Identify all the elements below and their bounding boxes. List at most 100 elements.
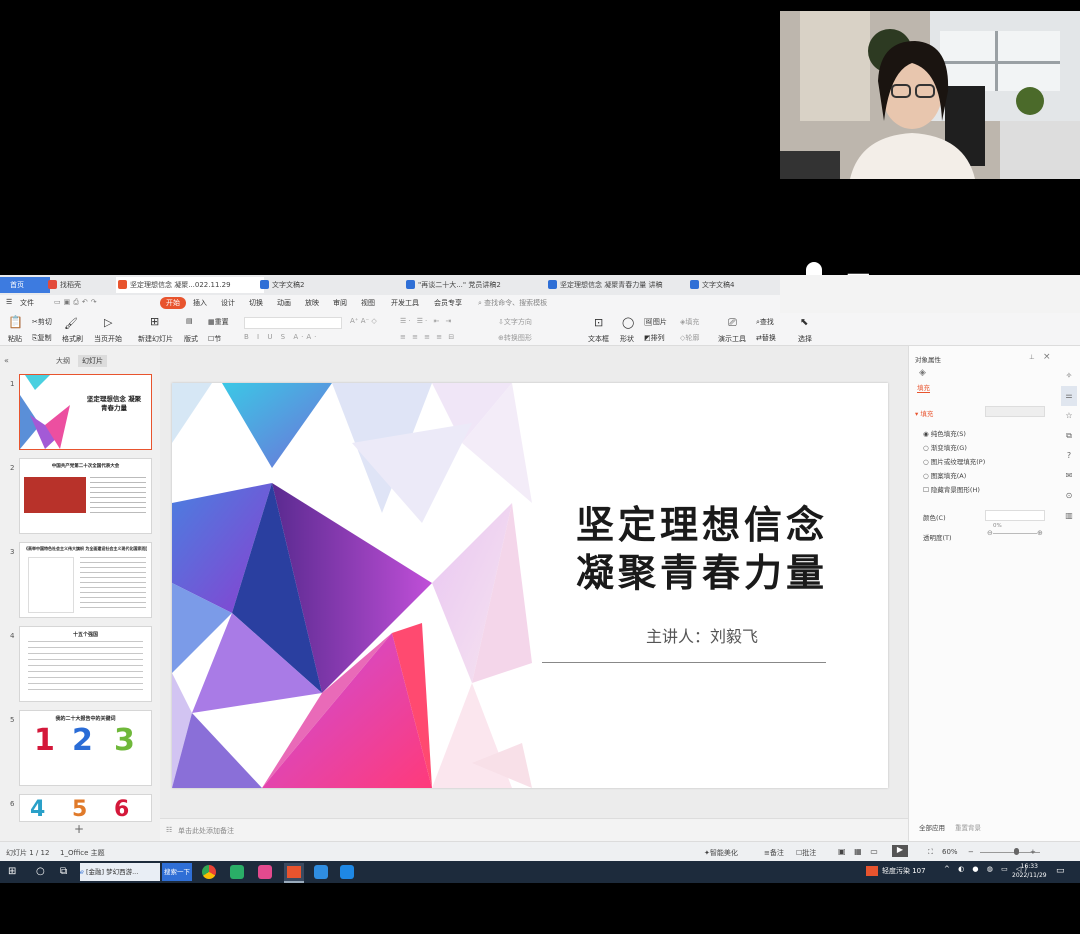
k-app-icon[interactable] [314, 865, 328, 879]
fill-type-select[interactable] [985, 406, 1045, 417]
shape-icon[interactable]: ◯ [622, 316, 634, 329]
smart-beautify-button[interactable]: ✦智能美化 [704, 848, 738, 858]
search-circle-icon[interactable]: ○ [36, 866, 45, 877]
slideshow-play-button[interactable]: ▶ [892, 845, 908, 857]
text-box-button[interactable]: 文本框 [588, 334, 609, 344]
command-search[interactable]: ⌕ 查找命令、搜索模板 [478, 298, 547, 308]
quick-access-toolbar[interactable]: ▭▣⎙↶↷ [54, 298, 100, 307]
help-icon[interactable]: ? [1061, 446, 1077, 466]
presentation-tool-button[interactable]: 演示工具 [718, 334, 746, 344]
notes-button[interactable]: ≡备注 [764, 848, 784, 858]
menu-developer[interactable]: 开发工具 [391, 298, 419, 308]
slide-thumbnail-5[interactable]: 我的二十大报告中的关键词 1 2 3 [19, 710, 152, 786]
transition-icon[interactable]: ⧉ [1061, 426, 1077, 446]
tab-doc2[interactable]: 文字文稿2 [258, 277, 392, 293]
close-icon[interactable]: × [1043, 352, 1051, 362]
tab-docer[interactable]: 找稻壳 [46, 277, 124, 293]
minus-icon[interactable]: ⊖ [987, 529, 993, 537]
zoom-level[interactable]: 60% [942, 848, 958, 856]
radio-solid-fill[interactable]: ◉ 纯色填充(S) [923, 428, 966, 438]
collapse-panel-icon[interactable]: « [4, 356, 9, 365]
from-current-button[interactable]: 当页开始 [94, 334, 122, 344]
color-picker[interactable] [985, 510, 1045, 521]
hamburger-icon[interactable]: ☰ [6, 298, 12, 306]
tab-outline[interactable]: 大纲 [56, 356, 70, 366]
comments-button[interactable]: ☐批注 [796, 848, 816, 858]
menu-slideshow[interactable]: 放映 [305, 298, 319, 308]
format-painter-icon[interactable]: 🖌 [64, 317, 78, 330]
layout-button[interactable]: 版式 [184, 334, 198, 344]
tab-slides[interactable]: 幻灯片 [78, 355, 107, 367]
comment-icon[interactable]: ✉ [1061, 466, 1077, 486]
search-button[interactable]: 搜索一下 [162, 863, 192, 881]
menu-animation[interactable]: 动画 [277, 298, 291, 308]
format-painter-button[interactable]: 格式刷 [62, 334, 83, 344]
slide-thumbnail-6[interactable]: 4 5 6 [19, 794, 152, 822]
outline-button[interactable]: ◇轮廓 [680, 333, 699, 343]
slide-title[interactable]: 坚定理想信念 凝聚青春力量 [532, 501, 872, 597]
location-icon[interactable]: ⊙ [1061, 486, 1077, 506]
meeting-app-icon[interactable] [340, 865, 354, 879]
tab-current-presentation[interactable]: 坚定理想信念 凝聚...022.11.29 [116, 277, 264, 293]
notes-placeholder[interactable]: 单击此处添加备注 [178, 826, 234, 836]
properties-icon[interactable]: ⚌ [1061, 386, 1077, 406]
radio-gradient-fill[interactable]: ○ 渐变填充(G) [923, 442, 967, 452]
menu-review[interactable]: 审阅 [333, 298, 347, 308]
notes-pane[interactable]: ☷ 单击此处添加备注 [160, 818, 908, 842]
play-icon[interactable]: ▷ [104, 316, 112, 329]
menu-file[interactable]: 文件 [20, 298, 34, 308]
plus-icon[interactable]: ⊕ [1037, 529, 1043, 537]
fill-button[interactable]: ◈填充 [680, 317, 699, 327]
magic-icon[interactable]: ✧ [1061, 366, 1077, 386]
radio-pattern-fill[interactable]: ○ 图案填充(A) [923, 470, 966, 480]
transparency-slider[interactable]: ⊖ ⊕ 0% [987, 523, 1043, 538]
presentation-tool-icon[interactable]: ⎚ [728, 316, 737, 330]
paste-button[interactable]: 粘贴 [8, 334, 22, 344]
radio-picture-fill[interactable]: ○ 图片或纹理填充(P) [923, 456, 985, 466]
slide-thumbnail-1[interactable]: 坚定理想信念 凝聚青春力量 [19, 374, 152, 450]
animation-icon[interactable]: ☆ [1061, 406, 1077, 426]
menu-design[interactable]: 设计 [221, 298, 235, 308]
zoom-out-icon[interactable]: − [968, 848, 974, 856]
arrange-button[interactable]: ◩排列 [644, 333, 665, 343]
select-cursor-icon[interactable]: ⬉ [800, 317, 808, 328]
zoom-in-icon[interactable]: + [1030, 848, 1036, 856]
reset-background-button[interactable]: 重置背景 [955, 822, 981, 832]
wps-task-button[interactable] [284, 863, 304, 883]
copy-button[interactable]: ⎘复制 [32, 333, 52, 343]
find-button[interactable]: ⌕查找 [756, 317, 774, 327]
fit-window-icon[interactable]: ⛶ [928, 848, 933, 857]
task-view-icon[interactable]: ⧉ [60, 866, 67, 877]
fill-section-header[interactable]: ▾ 填充 [915, 408, 933, 418]
browser-task-button[interactable]: ℯ [金融] 梦幻西游... [80, 863, 160, 881]
alignment-buttons[interactable]: ≡ ≡ ≡ ≡ ⊟ [400, 333, 456, 341]
apply-all-button[interactable]: 全部应用 [919, 822, 945, 832]
menu-insert[interactable]: 插入 [193, 298, 207, 308]
tab-speech-draft2[interactable]: "再谈二十大..." 党员讲稿2 [404, 277, 548, 293]
replace-button[interactable]: ⇄替换 [756, 333, 776, 343]
slide-thumbnail-4[interactable]: 十五个强国 [19, 626, 152, 702]
menu-home[interactable]: 开始 [160, 297, 186, 309]
slide-thumbnail-2[interactable]: 中国共产党第二十次全国代表大会 [19, 458, 152, 534]
layout-icon[interactable]: ▤ [186, 317, 193, 325]
cut-button[interactable]: ✂剪切 [32, 317, 52, 327]
font-size-buttons[interactable]: A⁺ A⁻ ◇ [350, 317, 377, 325]
paragraph-buttons[interactable]: ☰· ☰· ⇤ ⇥ [400, 317, 453, 325]
paste-icon[interactable]: 📋 [8, 315, 23, 329]
shape-button[interactable]: 形状 [620, 334, 634, 344]
chrome-icon[interactable] [202, 865, 216, 879]
hide-background-checkbox[interactable]: ☐ 隐藏背景图形(H) [923, 484, 980, 494]
clock[interactable]: 16:33 2022/11/29 [1012, 862, 1047, 880]
notification-icon[interactable]: ▭ [1056, 866, 1065, 876]
new-slide-icon[interactable]: ⊞ [150, 315, 159, 328]
text-box-icon[interactable]: ⊡ [594, 316, 603, 329]
reset-button[interactable]: ▦重置 [208, 317, 229, 327]
panel-header[interactable]: 对象属性 [915, 354, 941, 364]
font-style-buttons[interactable]: B I U S A·A· [244, 333, 319, 341]
tab-speech-draft[interactable]: 坚定理想信念 凝聚青春力量 讲稿 [546, 277, 700, 293]
slide-thumbnail-3[interactable]: 《高举中国特色社会主义伟大旗帜 为全面建设社会主义现代化国家而团结奋斗》 [19, 542, 152, 618]
weather-status[interactable]: 轻度污染 107 [882, 866, 926, 876]
current-slide[interactable]: 坚定理想信念 凝聚青春力量 主讲人：刘毅飞 [172, 383, 888, 788]
tab-fill[interactable]: 填充 [917, 382, 930, 393]
presenter-line[interactable]: 主讲人：刘毅飞 [552, 623, 852, 647]
